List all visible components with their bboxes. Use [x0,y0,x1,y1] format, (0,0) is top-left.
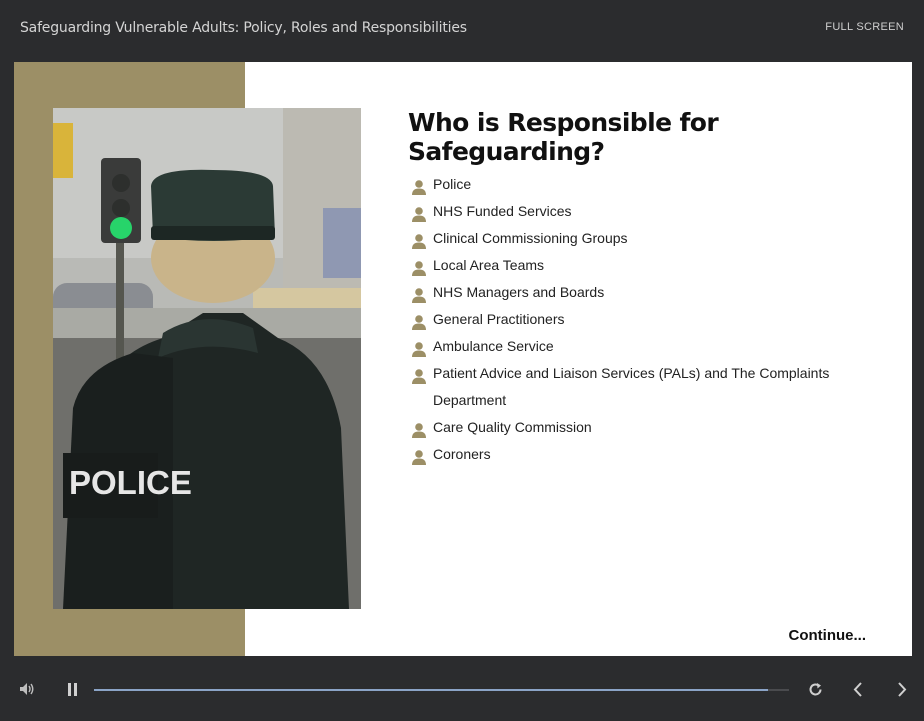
list-item: Ambulance Service [411,333,851,360]
pause-icon[interactable] [67,683,79,701]
slide-heading: Who is Responsible for Safeguarding? [408,108,719,166]
list-item-label: Ambulance Service [433,338,554,354]
slide: POLICE Who is Responsible for Safeguardi… [14,62,912,656]
list-item-label: Patient Advice and Liaison Services (PAL… [433,365,830,408]
list-item-label: Local Area Teams [433,257,545,273]
person-icon [411,258,427,276]
continue-button[interactable]: Continue... [789,627,867,644]
person-icon [411,447,427,465]
person-icon [411,231,427,249]
volume-icon[interactable] [19,682,35,701]
list-item: NHS Managers and Boards [411,279,851,306]
fullscreen-button[interactable]: FULL SCREEN [825,21,904,33]
list-item-label: Coroners [433,446,491,462]
person-icon [411,312,427,330]
list-item-label: NHS Managers and Boards [433,284,605,300]
progress-fill [94,689,769,691]
person-icon [411,204,427,222]
list-item: Coroners [411,441,851,468]
list-item: Care Quality Commission [411,414,851,441]
police-patch-text: POLICE [69,464,192,501]
progress-bar[interactable] [94,689,789,691]
list-item: Patient Advice and Liaison Services (PAL… [411,360,851,414]
person-icon [411,339,427,357]
player-controls [0,656,924,721]
chevron-right-icon[interactable] [897,682,907,702]
chevron-left-icon[interactable] [853,682,863,702]
responsibility-list: Police NHS Funded Services Clinical Commis… [411,171,851,468]
list-item: NHS Funded Services [411,198,851,225]
person-icon [411,366,427,384]
top-bar: Safeguarding Vulnerable Adults: Policy, … [0,0,924,62]
replay-icon[interactable] [808,682,823,702]
list-item-label: General Practitioners [433,311,565,327]
list-item: Clinical Commissioning Groups [411,225,851,252]
list-item: Police [411,171,851,198]
person-icon [411,285,427,303]
list-item: General Practitioners [411,306,851,333]
list-item-label: Clinical Commissioning Groups [433,230,628,246]
list-item-label: Police [433,176,472,192]
list-item-label: NHS Funded Services [433,203,572,219]
person-icon [411,177,427,195]
list-item-label: Care Quality Commission [433,419,592,435]
person-icon [411,420,427,438]
course-title: Safeguarding Vulnerable Adults: Policy, … [20,20,467,36]
police-officer-image: POLICE [53,108,361,609]
list-item: Local Area Teams [411,252,851,279]
